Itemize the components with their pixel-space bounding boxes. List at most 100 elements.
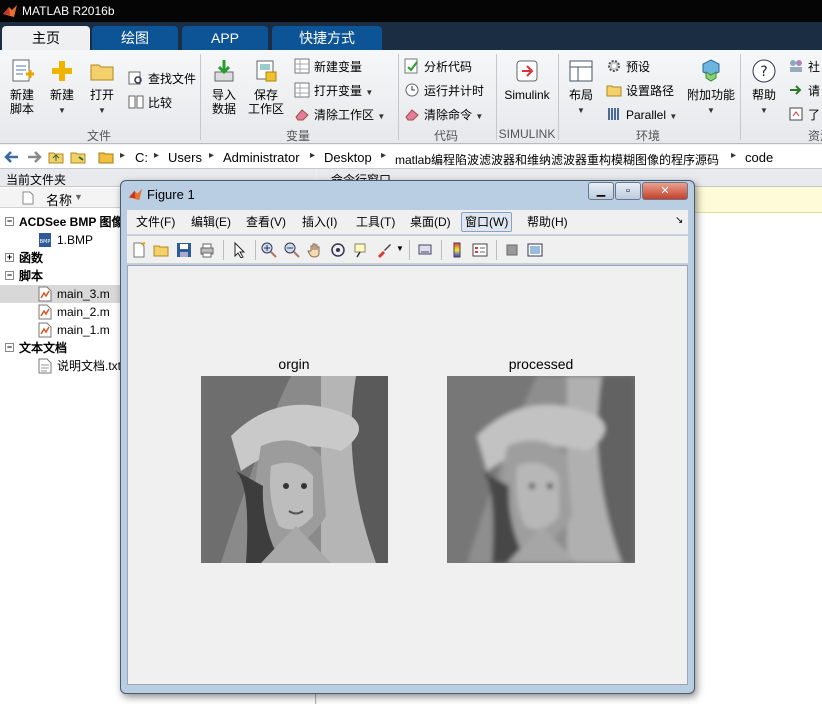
- save-icon[interactable]: [176, 242, 192, 258]
- collapse-icon[interactable]: −: [5, 217, 14, 226]
- menu-tools[interactable]: 工具(T): [353, 214, 398, 230]
- add-ons-button[interactable]: 附加功能 ▼: [686, 58, 736, 118]
- group-label: 函数: [19, 251, 44, 265]
- open-button[interactable]: 打开 ▼: [84, 58, 120, 118]
- breadcrumb-item[interactable]: Users: [168, 150, 202, 165]
- breadcrumb-item[interactable]: Administrator: [223, 150, 300, 165]
- menu-file[interactable]: 文件(F): [133, 214, 178, 230]
- colorbar-icon[interactable]: [449, 242, 465, 258]
- community-button[interactable]: 社: [788, 58, 820, 75]
- collapse-icon[interactable]: −: [5, 343, 14, 352]
- close-icon: ✕: [660, 185, 670, 197]
- add-ons-icon: [702, 59, 720, 82]
- figure-menu-bar: 文件(F) 编辑(E) 查看(V) 插入(I) 工具(T) 桌面(D) 窗口(W…: [127, 210, 688, 235]
- toolbar-separator: [496, 240, 497, 260]
- link-plot-icon[interactable]: [417, 242, 433, 258]
- group-label-simulink: SIMULINK: [498, 127, 556, 141]
- column-name-label: 名称: [46, 193, 73, 208]
- preferences-button[interactable]: 预设: [606, 58, 650, 75]
- tab-shortcuts[interactable]: 快捷方式: [272, 26, 382, 50]
- tab-home[interactable]: 主页: [2, 26, 90, 50]
- run-and-time-button[interactable]: 运行并计时: [404, 82, 484, 99]
- print-icon[interactable]: [199, 242, 215, 258]
- clear-commands-button[interactable]: 清除命令 ▼: [404, 106, 483, 125]
- simulink-button[interactable]: Simulink: [502, 58, 552, 102]
- layout-button[interactable]: 布局 ▼: [564, 58, 598, 118]
- clear-workspace-button[interactable]: 清除工作区 ▼: [294, 106, 385, 125]
- brush-icon[interactable]: [376, 242, 392, 258]
- clear-commands-label: 清除命令: [424, 108, 473, 122]
- figure-window[interactable]: Figure 1 ▁ ▫ ✕ 文件(F) 编辑(E) 查看(V) 插入(I) 工…: [120, 180, 695, 694]
- run-and-time-icon: [405, 83, 419, 97]
- figure-toolbar: ▼: [127, 236, 688, 264]
- back-arrow-icon[interactable]: [4, 149, 20, 165]
- rotate-3d-icon[interactable]: [330, 242, 346, 258]
- learn-icon: [789, 107, 803, 121]
- help-button[interactable]: ? 帮助 ▼: [748, 58, 780, 118]
- folder-icon: [98, 152, 114, 164]
- tab-apps[interactable]: APP: [182, 26, 268, 50]
- group-label-file: 文件: [86, 129, 111, 143]
- show-plot-tools-icon[interactable]: [527, 242, 543, 258]
- breadcrumb-separator: ▸: [209, 150, 215, 161]
- zoom-out-icon[interactable]: [284, 242, 300, 258]
- tab-plots[interactable]: 绘图: [92, 26, 178, 50]
- breadcrumb-item[interactable]: Desktop: [324, 150, 372, 165]
- request-support-button[interactable]: 请: [788, 82, 820, 99]
- breadcrumb-item[interactable]: code: [745, 150, 773, 165]
- new-script-button[interactable]: 新建 脚本: [4, 58, 40, 116]
- minimize-button[interactable]: ▁: [588, 182, 614, 200]
- breadcrumb-item[interactable]: C:: [135, 150, 148, 165]
- figure-canvas[interactable]: orgin processed: [127, 265, 688, 685]
- save-workspace-icon: [256, 60, 277, 82]
- breadcrumb-item[interactable]: matlab编程陷波滤波器和维纳滤波器重构模糊图像的程序源码: [395, 151, 719, 168]
- new-figure-icon[interactable]: [131, 242, 147, 258]
- legend-icon[interactable]: [472, 242, 488, 258]
- toolbar-separator: [255, 240, 256, 260]
- menu-help[interactable]: 帮助(H): [524, 214, 571, 230]
- forward-arrow-icon[interactable]: [26, 149, 42, 165]
- toolbar-separator: [441, 240, 442, 260]
- analyze-code-button[interactable]: 分析代码: [404, 58, 472, 75]
- processed-image: [447, 376, 635, 563]
- new-variable-icon: [294, 58, 310, 74]
- learn-matlab-button[interactable]: 了: [788, 106, 820, 123]
- find-files-button[interactable]: 查找文件: [128, 70, 196, 87]
- text-file-icon: [38, 358, 52, 374]
- set-path-button[interactable]: 设置路径: [606, 82, 674, 99]
- menu-edit[interactable]: 编辑(E): [188, 214, 234, 230]
- import-label: 导入 数据: [211, 88, 236, 116]
- maximize-button[interactable]: ▫: [615, 182, 641, 200]
- app-title: MATLAB R2016b: [22, 4, 115, 18]
- data-cursor-icon[interactable]: [353, 242, 369, 258]
- menu-window[interactable]: 窗口(W): [461, 212, 513, 232]
- close-button[interactable]: ✕: [642, 182, 688, 200]
- save-workspace-button[interactable]: 保存 工作区: [246, 58, 286, 116]
- menu-view[interactable]: 查看(V): [243, 214, 289, 230]
- import-data-button[interactable]: 导入 数据: [206, 58, 242, 116]
- analyze-code-label: 分析代码: [424, 60, 473, 74]
- collapse-icon[interactable]: −: [5, 271, 14, 280]
- menu-desktop[interactable]: 桌面(D): [407, 214, 454, 230]
- zoom-in-icon[interactable]: [261, 242, 277, 258]
- browse-folder-icon[interactable]: [70, 149, 86, 165]
- new-button[interactable]: 新建 ▼: [44, 58, 80, 118]
- new-variable-button[interactable]: 新建变量: [294, 58, 362, 75]
- hide-plot-tools-icon[interactable]: [504, 242, 520, 258]
- open-variable-button[interactable]: 打开变量 ▼: [294, 82, 373, 101]
- dock-arrow-icon[interactable]: ↘: [675, 215, 683, 226]
- plus-icon: [52, 61, 72, 81]
- axes-title-processed: processed: [508, 356, 574, 372]
- pointer-icon[interactable]: [231, 242, 247, 258]
- chevron-down-icon[interactable]: ▼: [396, 244, 404, 253]
- pan-hand-icon[interactable]: [307, 242, 323, 258]
- up-folder-icon[interactable]: [48, 149, 64, 165]
- menu-insert[interactable]: 插入(I): [299, 214, 340, 230]
- compare-button[interactable]: 比较: [128, 94, 172, 111]
- open-file-icon[interactable]: [153, 242, 169, 258]
- original-image-graphic: [201, 376, 388, 563]
- parallel-button[interactable]: Parallel ▼: [606, 106, 677, 125]
- expand-icon[interactable]: +: [5, 253, 14, 262]
- folder-path-icon: [606, 85, 622, 97]
- layout-label: 布局: [568, 88, 593, 102]
